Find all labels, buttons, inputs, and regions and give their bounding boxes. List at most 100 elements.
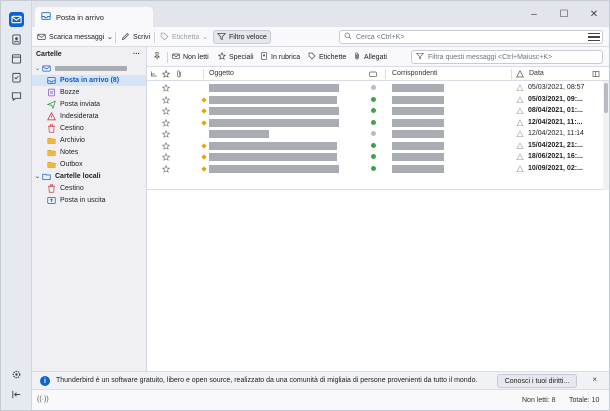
junk-status-icon[interactable] (516, 118, 524, 127)
table-row[interactable]: 12/04/2021, 11:14 (147, 128, 609, 140)
collapse-spaces-icon[interactable] (9, 387, 24, 402)
unread-dot-icon[interactable] (200, 153, 208, 161)
date-column-header[interactable]: Data (529, 70, 544, 77)
calendar-icon[interactable] (9, 51, 24, 66)
local-folder-item-trash[interactable]: Cestino (32, 183, 146, 194)
folder-item-sent[interactable]: Posta inviata (32, 99, 146, 110)
star-icon[interactable] (162, 164, 170, 173)
tag-icon (160, 32, 169, 43)
chevron-down-icon[interactable]: ⌄ (35, 173, 42, 180)
toolbar-divider (154, 32, 155, 43)
settings-gear-icon[interactable] (9, 367, 24, 382)
folder-item-outbox[interactable]: Outbox (32, 159, 146, 170)
search-input[interactable]: Cerca <Ctrl+K> (339, 30, 603, 44)
unread-dot-icon[interactable] (200, 142, 208, 150)
thread-column-icon[interactable] (150, 70, 158, 78)
mail-space-icon[interactable] (9, 12, 24, 27)
folder-item-notes[interactable]: Notes (32, 147, 146, 158)
write-button[interactable]: Scrivi (118, 30, 153, 44)
app-menu-icon[interactable] (588, 31, 600, 43)
get-messages-button[interactable]: Scarica messaggi (34, 30, 107, 44)
unread-dot-icon[interactable] (200, 165, 208, 173)
address-book-icon[interactable] (9, 32, 24, 47)
status-column-icon[interactable] (369, 70, 377, 78)
junk-status-icon[interactable] (516, 164, 524, 173)
close-icon[interactable]: ✕ (579, 1, 609, 27)
folder-item-archive[interactable]: Archivio (32, 135, 146, 146)
junk-status-icon[interactable] (516, 107, 524, 115)
attachments-filter-button[interactable]: Allegati (353, 51, 387, 63)
unread-dot-icon[interactable] (200, 96, 208, 104)
account-name-redacted (55, 66, 127, 71)
contacts-filter-button[interactable]: In rubrica (260, 51, 300, 63)
table-row[interactable]: 18/06/2021, 16:... (147, 151, 609, 163)
subject-redacted (209, 95, 337, 104)
star-icon (217, 51, 227, 62)
chat-icon[interactable] (9, 89, 24, 104)
table-row[interactable]: 05/03/2021, 09:... (147, 94, 609, 106)
correspondent-redacted (392, 118, 444, 127)
sticky-pin-button[interactable] (153, 51, 161, 63)
tab-inbox[interactable]: Posta in arrivo (35, 7, 153, 27)
star-icon[interactable] (162, 130, 170, 138)
unread-dot-icon[interactable] (200, 119, 208, 127)
star-column-icon[interactable] (162, 70, 170, 78)
chevron-down-icon[interactable]: ⌄ (35, 65, 42, 72)
starred-filter-button[interactable]: Speciali (217, 51, 254, 63)
title-bar: Posta in arrivo – ☐ ✕ (32, 1, 609, 27)
attachment-column-icon[interactable] (175, 70, 183, 78)
unread-filter-button[interactable]: Non letti (172, 51, 209, 63)
maximize-icon[interactable]: ☐ (549, 1, 579, 27)
tag-icon (308, 52, 316, 62)
tag-button[interactable]: Etichetta ⌄ (157, 30, 211, 44)
junk-status-icon[interactable] (516, 153, 524, 161)
junk-status-icon[interactable] (516, 84, 524, 92)
quick-filter-button[interactable]: Filtro veloce (213, 30, 271, 44)
tags-filter-button[interactable]: Etichette (308, 51, 346, 63)
correspondent-redacted (392, 130, 444, 138)
unread-dot-icon[interactable] (200, 107, 208, 115)
minimize-icon[interactable]: – (519, 1, 549, 27)
star-icon[interactable] (162, 141, 170, 150)
table-row[interactable]: 05/03/2021, 08:57 (147, 82, 609, 94)
folder-pane-menu-icon[interactable]: ··· (133, 51, 140, 58)
filter-messages-input[interactable]: Filtra questi messaggi <Ctrl+Maiusc+K> (411, 50, 603, 64)
close-icon[interactable]: × (592, 375, 597, 384)
chevron-down-icon: ⌄ (202, 34, 209, 41)
know-your-rights-button[interactable]: Conosci i tuoi diritti... (497, 374, 577, 388)
inbox-icon (41, 11, 51, 23)
tasks-icon[interactable] (9, 70, 24, 85)
star-icon[interactable] (162, 118, 170, 127)
status-dot-icon (371, 119, 376, 125)
correspondents-column-header[interactable]: Corrispondenti (392, 70, 438, 77)
folder-item-drafts[interactable]: Bozze (32, 87, 146, 98)
star-icon[interactable] (162, 107, 170, 115)
pin-icon (153, 52, 161, 62)
activity-icon[interactable]: ((·)) (37, 396, 49, 403)
folder-item-junk[interactable]: Indesiderata (32, 111, 146, 122)
star-icon[interactable] (162, 95, 170, 104)
table-row[interactable]: 12/04/2021, 11:... (147, 117, 609, 129)
total-count: Totale: 10 (569, 397, 600, 404)
message-date: 08/04/2021, 01:... (528, 107, 583, 114)
outbox-icon (47, 196, 56, 205)
junk-status-icon[interactable] (516, 95, 524, 104)
subject-column-header[interactable]: Oggetto (209, 70, 234, 77)
star-icon[interactable] (162, 153, 170, 161)
local-folders-row[interactable]: ⌄ Cartelle locali (32, 171, 146, 182)
star-icon[interactable] (162, 84, 170, 92)
column-picker-icon[interactable] (592, 70, 600, 78)
junk-status-icon[interactable] (516, 141, 524, 150)
account-row[interactable]: ⌄ (32, 63, 146, 74)
scrollbar-thumb[interactable] (604, 83, 608, 113)
folder-item-inbox[interactable]: Posta in arrivo (8) (32, 75, 146, 86)
table-row[interactable]: 08/04/2021, 01:... (147, 105, 609, 117)
table-row[interactable]: 15/04/2021, 21:... (147, 140, 609, 152)
junk-status-icon[interactable] (516, 130, 524, 138)
status-dot-icon (371, 85, 376, 90)
local-folder-item-outbox[interactable]: Posta in uscita (32, 195, 146, 206)
table-row[interactable]: 10/09/2021, 02:... (147, 163, 609, 175)
message-list-scrollbar[interactable] (603, 81, 609, 190)
junk-column-icon[interactable] (516, 70, 524, 78)
folder-item-trash[interactable]: Cestino (32, 123, 146, 134)
